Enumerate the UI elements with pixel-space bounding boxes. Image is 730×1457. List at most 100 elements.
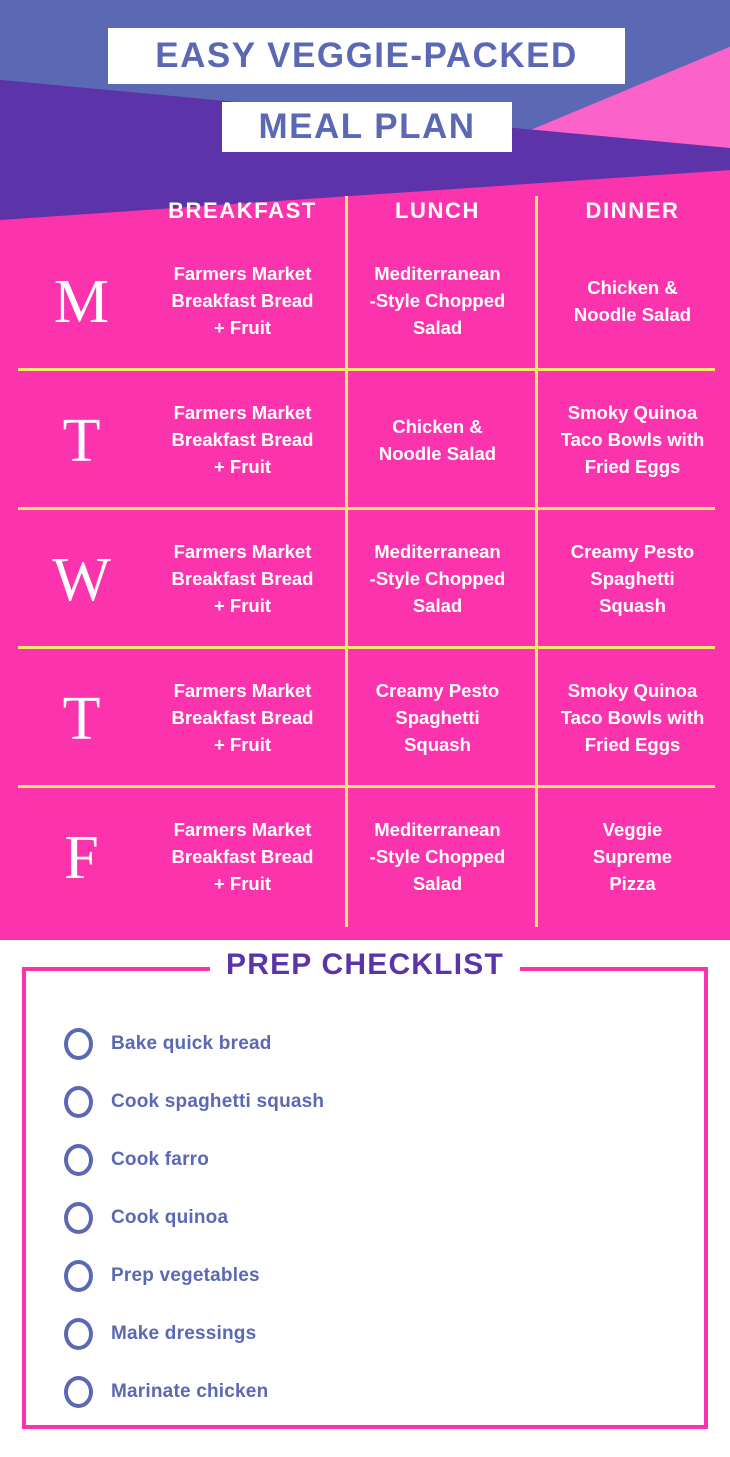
meal-cell-breakfast: Farmers Market Breakfast Bread + Fruit xyxy=(145,649,340,788)
meal-plan-table: BREAKFAST LUNCH DINNER M Farmers Market … xyxy=(0,190,730,927)
checkbox-circle-icon[interactable] xyxy=(64,1202,93,1234)
meal-cell-breakfast: Farmers Market Breakfast Bread + Fruit xyxy=(145,232,340,371)
list-item[interactable]: Marinate chicken xyxy=(64,1363,684,1421)
list-item[interactable]: Prep vegetables xyxy=(64,1247,684,1305)
checkbox-circle-icon[interactable] xyxy=(64,1318,93,1350)
list-item-label: Bake quick bread xyxy=(111,1033,272,1054)
meal-line: Breakfast Bread xyxy=(171,568,314,590)
meal-line: Breakfast Bread xyxy=(171,290,314,312)
meal-line: Chicken & xyxy=(587,276,678,298)
list-item-label: Marinate chicken xyxy=(111,1381,269,1402)
prep-checklist-title: PREP CHECKLIST xyxy=(26,948,704,982)
meal-line: Fried Eggs xyxy=(584,733,681,755)
day-letter: W xyxy=(52,545,111,614)
meal-line: Spaghetti xyxy=(590,568,675,590)
meal-line: Salad xyxy=(412,316,463,338)
meal-line: Breakfast Bread xyxy=(171,429,314,451)
meal-line: + Fruit xyxy=(213,316,272,338)
vertical-divider-2 xyxy=(535,788,538,927)
meal-cell-lunch: Mediterranean -Style Chopped Salad xyxy=(340,510,535,649)
meal-table-header-row: BREAKFAST LUNCH DINNER xyxy=(0,190,730,238)
vertical-divider-1 xyxy=(345,649,348,788)
meal-line: Breakfast Bread xyxy=(171,707,314,729)
list-item[interactable]: Cook farro xyxy=(64,1131,684,1189)
meal-cell-breakfast: Farmers Market Breakfast Bread + Fruit xyxy=(145,371,340,510)
day-letter: M xyxy=(53,267,110,336)
day-letter: F xyxy=(64,823,99,892)
list-item[interactable]: Bake quick bread xyxy=(64,1015,684,1073)
list-item[interactable]: Make dressings xyxy=(64,1305,684,1363)
meal-line: Noodle Salad xyxy=(573,303,692,325)
meal-line: Spaghetti xyxy=(395,707,480,729)
checkbox-circle-icon[interactable] xyxy=(64,1260,93,1292)
meal-cell-lunch: Creamy Pesto Spaghetti Squash xyxy=(340,649,535,788)
prep-checklist-box: PREP CHECKLIST Bake quick bread Cook spa… xyxy=(22,948,708,1429)
prep-checklist-section: PREP CHECKLIST Bake quick bread Cook spa… xyxy=(0,940,730,1457)
table-row: M Farmers Market Breakfast Bread + Fruit… xyxy=(0,232,730,371)
table-row: F Farmers Market Breakfast Bread + Fruit… xyxy=(0,788,730,927)
meal-line: + Fruit xyxy=(213,594,272,616)
meal-cell-lunch: Mediterranean -Style Chopped Salad xyxy=(340,788,535,927)
list-item-label: Make dressings xyxy=(111,1323,257,1344)
meal-line: Creamy Pesto xyxy=(570,541,695,563)
checkbox-circle-icon[interactable] xyxy=(64,1376,93,1408)
vertical-divider-2 xyxy=(535,232,538,371)
meal-line: Pizza xyxy=(609,872,656,894)
meal-line: Farmers Market xyxy=(173,819,312,841)
meal-line: Salad xyxy=(412,872,463,894)
meal-line: Squash xyxy=(599,594,666,616)
meal-line: Creamy Pesto xyxy=(375,680,500,702)
meal-line: Fried Eggs xyxy=(584,455,681,477)
meal-cell-dinner: Chicken & Noodle Salad xyxy=(535,232,730,371)
meal-cell-dinner: Veggie Supreme Pizza xyxy=(535,788,730,927)
meal-cell-dinner: Smoky Quinoa Taco Bowls with Fried Eggs xyxy=(535,649,730,788)
meal-line: Smoky Quinoa xyxy=(567,402,698,424)
checkbox-circle-icon[interactable] xyxy=(64,1086,93,1118)
checkbox-circle-icon[interactable] xyxy=(64,1144,93,1176)
checkbox-circle-icon[interactable] xyxy=(64,1028,93,1060)
vertical-divider-1 xyxy=(345,232,348,371)
list-item-label: Cook farro xyxy=(111,1149,210,1170)
meal-line: Mediterranean xyxy=(374,541,501,563)
vertical-divider-1 xyxy=(345,788,348,927)
meal-cell-dinner: Smoky Quinoa Taco Bowls with Fried Eggs xyxy=(535,371,730,510)
day-letter: T xyxy=(62,406,101,475)
list-item-label: Cook spaghetti squash xyxy=(111,1091,325,1112)
meal-line: Farmers Market xyxy=(173,680,312,702)
meal-line: Squash xyxy=(404,733,471,755)
meal-line: -Style Chopped xyxy=(369,846,506,868)
table-row: T Farmers Market Breakfast Bread + Fruit… xyxy=(0,371,730,510)
meal-line: Mediterranean xyxy=(374,819,501,841)
meal-line: Smoky Quinoa xyxy=(567,680,698,702)
meal-line: Taco Bowls with xyxy=(560,429,705,451)
meal-line: Noodle Salad xyxy=(378,442,497,464)
prep-checklist-items: Bake quick bread Cook spaghetti squash C… xyxy=(64,1015,684,1421)
meal-line: Mediterranean xyxy=(374,263,501,285)
vertical-divider-1 xyxy=(345,371,348,510)
title-line-1: EASY VEGGIE-PACKED xyxy=(108,28,625,84)
list-item[interactable]: Cook spaghetti squash xyxy=(64,1073,684,1131)
table-row: W Farmers Market Breakfast Bread + Fruit… xyxy=(0,510,730,649)
meal-line: Farmers Market xyxy=(173,541,312,563)
meal-line: Veggie xyxy=(602,819,663,841)
meal-line: Supreme xyxy=(592,846,673,868)
meal-cell-breakfast: Farmers Market Breakfast Bread + Fruit xyxy=(145,788,340,927)
meal-cell-dinner: Creamy Pesto Spaghetti Squash xyxy=(535,510,730,649)
title-line-2: MEAL PLAN xyxy=(222,102,512,152)
list-item[interactable]: Cook quinoa xyxy=(64,1189,684,1247)
day-letter: T xyxy=(62,684,101,753)
table-row: T Farmers Market Breakfast Bread + Fruit… xyxy=(0,649,730,788)
meal-cell-lunch: Chicken & Noodle Salad xyxy=(340,371,535,510)
meal-line: Farmers Market xyxy=(173,263,312,285)
prep-checklist-title-text: PREP CHECKLIST xyxy=(210,948,520,981)
meal-line: Chicken & xyxy=(392,415,483,437)
meal-plan-infographic: EASY VEGGIE-PACKED MEAL PLAN BREAKFAST L… xyxy=(0,0,730,1457)
vertical-divider-2 xyxy=(535,371,538,510)
meal-line: + Fruit xyxy=(213,733,272,755)
column-header-dinner: DINNER xyxy=(585,198,680,223)
meal-line: -Style Chopped xyxy=(369,290,506,312)
vertical-divider-2 xyxy=(535,510,538,649)
column-header-breakfast: BREAKFAST xyxy=(168,198,317,223)
meal-cell-breakfast: Farmers Market Breakfast Bread + Fruit xyxy=(145,510,340,649)
meal-line: + Fruit xyxy=(213,872,272,894)
